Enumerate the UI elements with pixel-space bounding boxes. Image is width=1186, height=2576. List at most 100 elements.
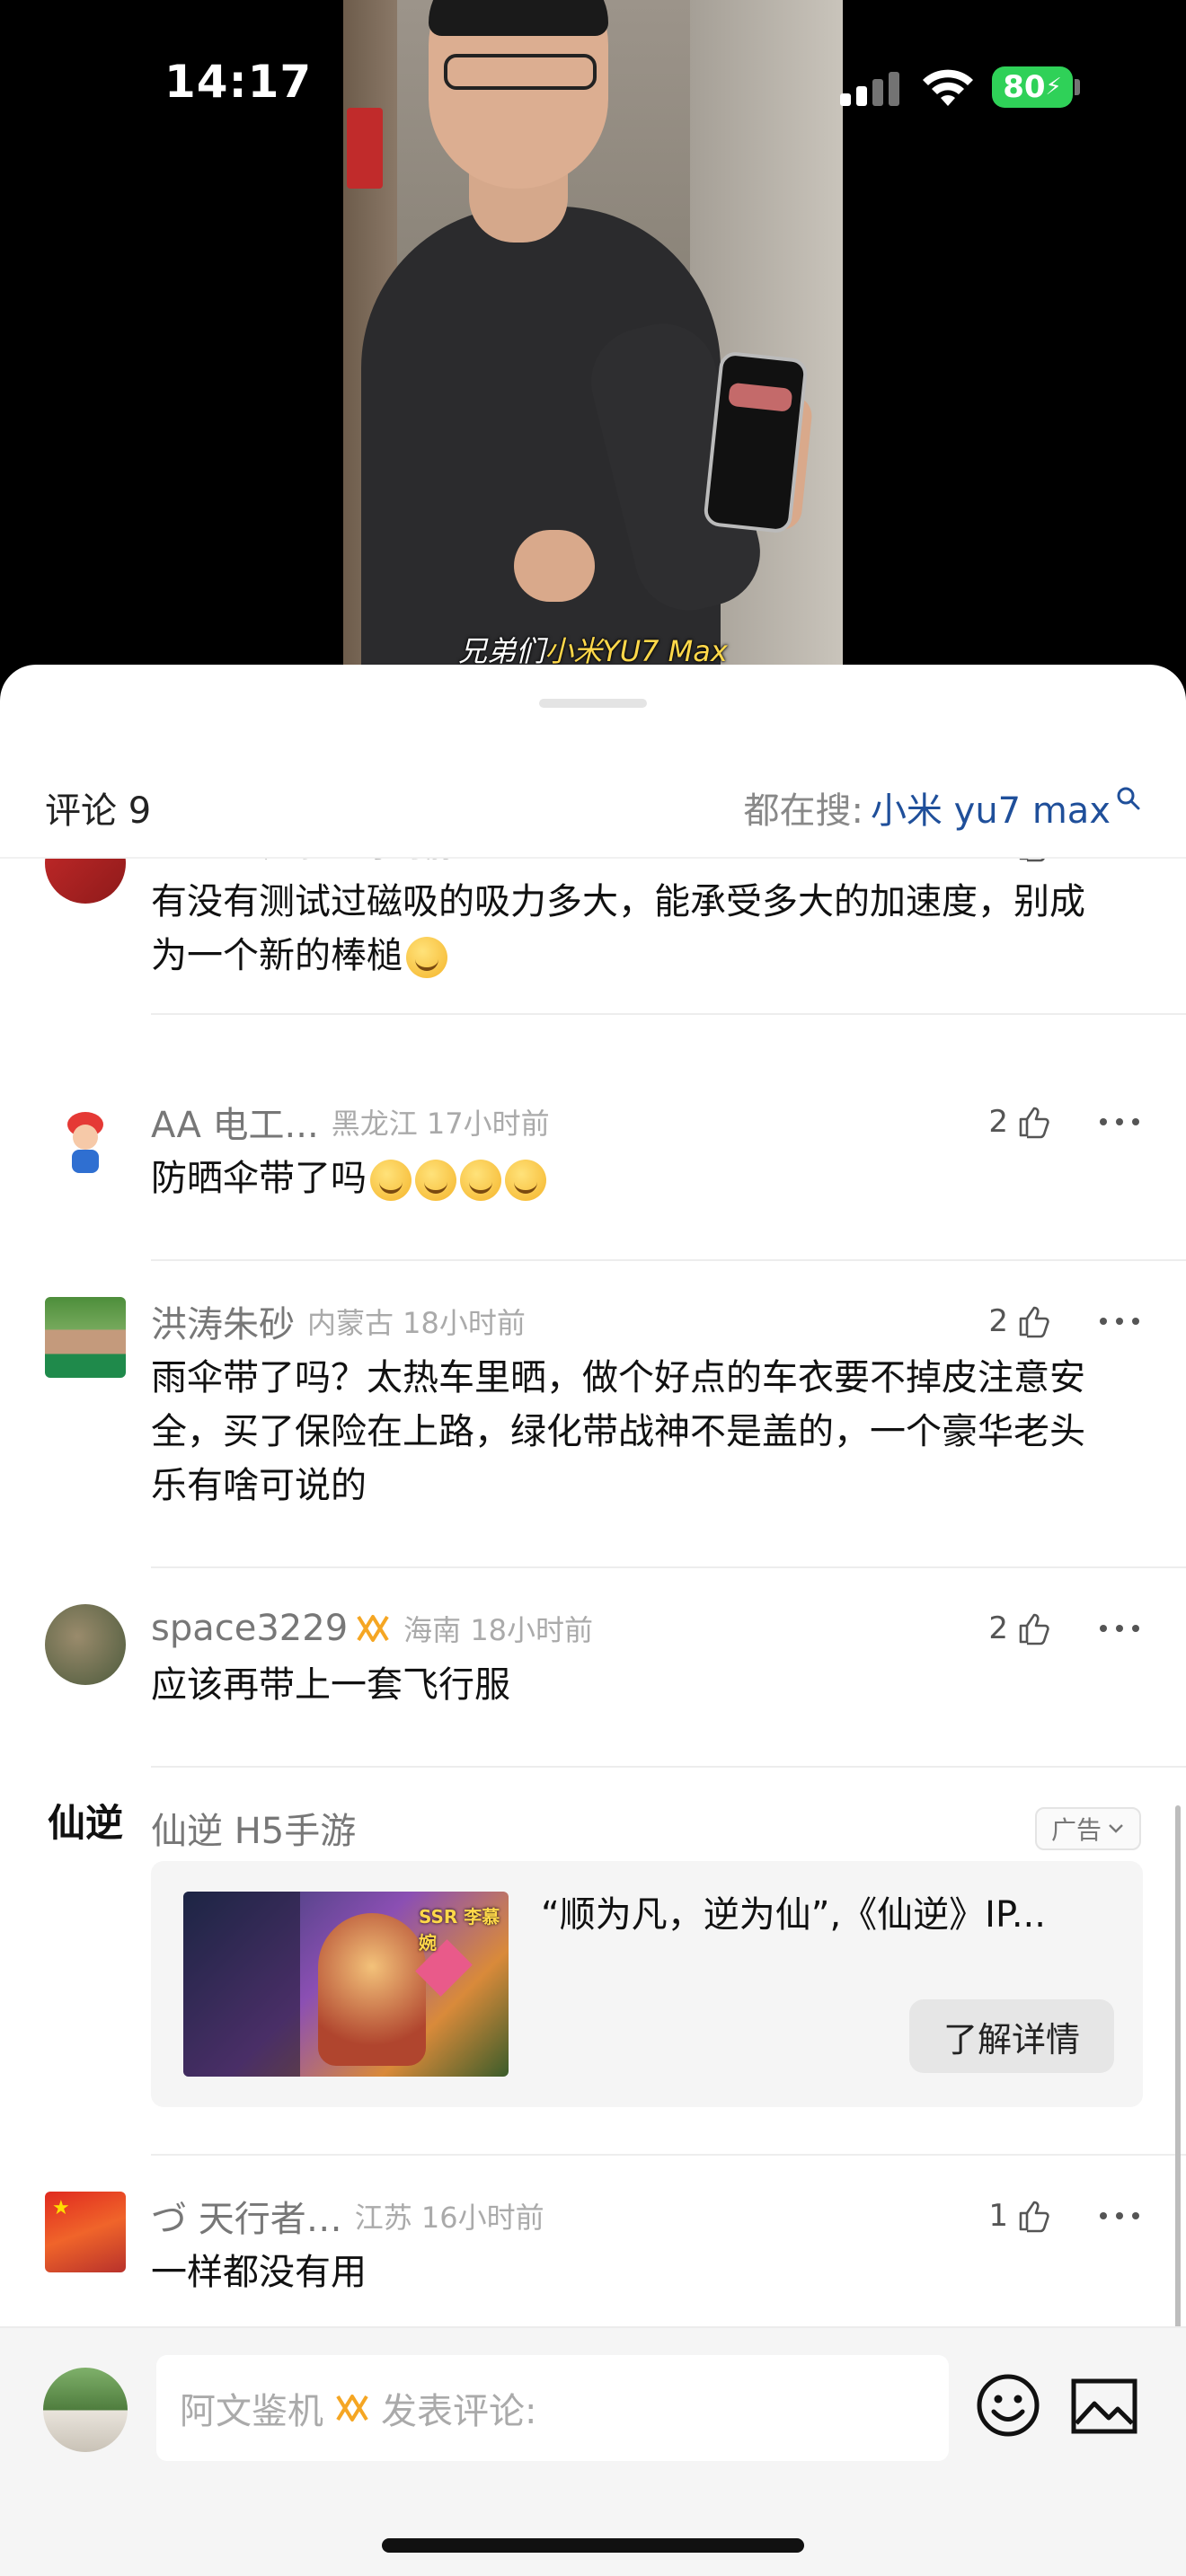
like-count: 2 <box>988 1610 1008 1646</box>
wifi-icon <box>923 69 973 106</box>
emoji-icon[interactable] <box>976 2373 1040 2438</box>
advertiser-name[interactable]: 仙逆 H5手游 <box>151 1802 356 1854</box>
comment-header-row: stone 广东 18小时前 <box>151 859 453 868</box>
ad-image-badge: SSR 李慕婉 <box>419 1906 500 1954</box>
laugh-cry-emoji-icon <box>415 1160 456 1201</box>
avatar[interactable] <box>45 859 126 904</box>
more-options-button[interactable] <box>1100 1299 1139 1344</box>
comment-count-title: 评论 9 <box>45 790 152 832</box>
home-indicator[interactable] <box>382 2538 804 2553</box>
like-count: 2 <box>988 1303 1008 1339</box>
battery-level: 80 <box>1003 69 1046 105</box>
chevron-down-icon <box>1109 1824 1123 1833</box>
comment-header-row: AA 电工... 黑龙江 17小时前 <box>151 1099 550 1146</box>
battery-tip <box>1075 79 1080 95</box>
video-phone <box>703 350 809 534</box>
laugh-cry-emoji-icon <box>460 1160 501 1201</box>
like-button[interactable]: 3 <box>988 859 1051 868</box>
header-divider <box>0 857 1186 859</box>
ad-image-roster <box>183 1892 300 2077</box>
subtitle-prefix: 兄弟们 <box>458 634 545 668</box>
more-options-button[interactable] <box>1100 1606 1139 1651</box>
worker-avatar-icon <box>67 1112 103 1173</box>
vip-badge-icon <box>357 1615 389 1642</box>
status-time: 14:17 <box>164 56 313 108</box>
image-icon[interactable] <box>1071 2377 1137 2436</box>
charging-bolt-icon: ⚡ <box>1045 74 1062 101</box>
comment-divider <box>151 1259 1186 1261</box>
comment-divider <box>151 1766 1186 1768</box>
like-button[interactable]: 2 <box>988 1099 1051 1144</box>
avatar[interactable]: ★ <box>45 2192 126 2272</box>
cellular-signal-icon <box>840 70 903 106</box>
avatar[interactable] <box>45 1098 126 1178</box>
comment-meta: 海南 18小时前 <box>403 1613 594 1647</box>
comment-header-row: 洪涛朱砂 内蒙古 18小时前 <box>151 1299 526 1345</box>
comment-text-line: 一样都没有用 <box>151 2252 367 2293</box>
comment-author[interactable]: stone <box>151 859 251 866</box>
comment-text-line: 防晒伞带了吗 <box>151 1158 367 1199</box>
video-person-glasses <box>444 54 597 90</box>
hot-search-keyword[interactable]: 小米 yu7 max <box>871 781 1111 834</box>
comment-divider <box>151 2154 1186 2156</box>
video-scene-sign <box>347 108 383 189</box>
thumbs-up-icon <box>1019 1613 1049 1645</box>
star-icon: ★ <box>52 2197 70 2219</box>
avatar[interactable] <box>45 1604 126 1685</box>
like-count: 2 <box>988 1104 1008 1140</box>
comment-meta: 内蒙古 18小时前 <box>307 1306 526 1340</box>
composer-username: 阿文鉴机 <box>180 2391 323 2432</box>
comment-author[interactable]: 洪涛朱砂 <box>151 1295 295 1347</box>
comment-meta: 江苏 16小时前 <box>354 2201 544 2235</box>
comment-author[interactable]: space3229 <box>151 1608 348 1649</box>
comment-text-line: 全，买了保险在上路，绿化带战神不是盖的，一个豪华老头 <box>151 1411 1085 1452</box>
video-player[interactable]: 兄弟们小米YU7 Max <box>343 0 843 692</box>
current-user-avatar[interactable] <box>43 2368 128 2452</box>
thumbs-up-icon <box>1019 1107 1049 1139</box>
comment-text-line: 有没有测试过磁吸的吸力多大，能承受多大的加速度，别成 <box>151 881 1085 922</box>
vip-badge-icon <box>336 2395 368 2422</box>
video-person-fist <box>514 530 595 602</box>
comment-meta: 广东 18小时前 <box>263 859 453 866</box>
ad-image[interactable]: SSR 李慕婉 <box>183 1892 509 2077</box>
comment-author[interactable]: AA 电工... <box>151 1096 319 1148</box>
comment-header-row: space3229 海南 18小时前 <box>151 1606 593 1651</box>
like-button[interactable]: 2 <box>988 1299 1051 1344</box>
battery-indicator: 80 ⚡ <box>992 66 1073 108</box>
comment-text: 防晒伞带了吗 <box>151 1151 1148 1205</box>
advertiser-logo[interactable]: 仙逆 <box>45 1804 126 1884</box>
like-count: 3 <box>988 859 1008 863</box>
ad-tag-label: 广告 <box>1050 1815 1102 1845</box>
grin-emoji-icon <box>406 937 447 978</box>
comment-author[interactable]: づ 天行者… <box>151 2190 342 2242</box>
comment-feed[interactable]: stone 广东 18小时前 3 有没有测试过磁吸的吸力多大，能承受多大的加速度… <box>0 859 1186 2323</box>
comment-divider <box>151 1013 1186 1015</box>
avatar[interactable] <box>45 1297 126 1378</box>
ad-tag[interactable]: 广告 <box>1035 1807 1141 1850</box>
ad-header-row: 仙逆 H5手游 <box>151 1805 356 1852</box>
more-options-button[interactable] <box>1100 2193 1139 2238</box>
comment-input[interactable]: 阿文鉴机 发表评论: <box>156 2355 949 2461</box>
comment-text-tail: 为一个新的棒槌 <box>151 935 403 976</box>
sheet-drag-handle[interactable] <box>539 699 647 708</box>
video-person-hair <box>429 0 608 36</box>
laugh-cry-emoji-icon <box>370 1160 412 1201</box>
thumbs-up-icon <box>1019 2201 1049 2233</box>
thumbs-up-icon <box>1019 1306 1049 1338</box>
like-count: 1 <box>988 2198 1008 2234</box>
more-options-button[interactable] <box>1100 1099 1139 1144</box>
comment-text: 雨伞带了吗？太热车里晒，做个好点的车衣要不掉皮注意安 全，买了保险在上路，绿化带… <box>151 1351 1148 1513</box>
comment-text: 应该再带上一套飞行服 <box>151 1658 1148 1712</box>
like-button[interactable]: 2 <box>988 1606 1051 1651</box>
learn-more-button[interactable]: 了解详情 <box>909 1999 1114 2073</box>
like-button[interactable]: 1 <box>988 2193 1051 2238</box>
hot-search-label: 都在搜: <box>743 790 863 832</box>
advertiser-logo-text: 仙逆 <box>47 1804 123 1845</box>
comment-text: 一样都没有用 <box>151 2245 1148 2299</box>
comment-sheet: 评论 9 都在搜: 小米 yu7 max stone 广东 18小时前 3 有没… <box>0 665 1186 2576</box>
comment-text-line: 为一个新的棒槌 <box>151 929 1148 983</box>
hot-search-link[interactable]: 都在搜: 小米 yu7 max <box>743 781 1141 834</box>
comment-text: 有没有测试过磁吸的吸力多大，能承受多大的加速度，别成 为一个新的棒槌 <box>151 875 1148 983</box>
ad-card[interactable]: SSR 李慕婉 “顺为凡，逆为仙”,《仙逆》IP... 了解详情 <box>151 1861 1143 2107</box>
thumbs-up-icon <box>1019 859 1045 862</box>
